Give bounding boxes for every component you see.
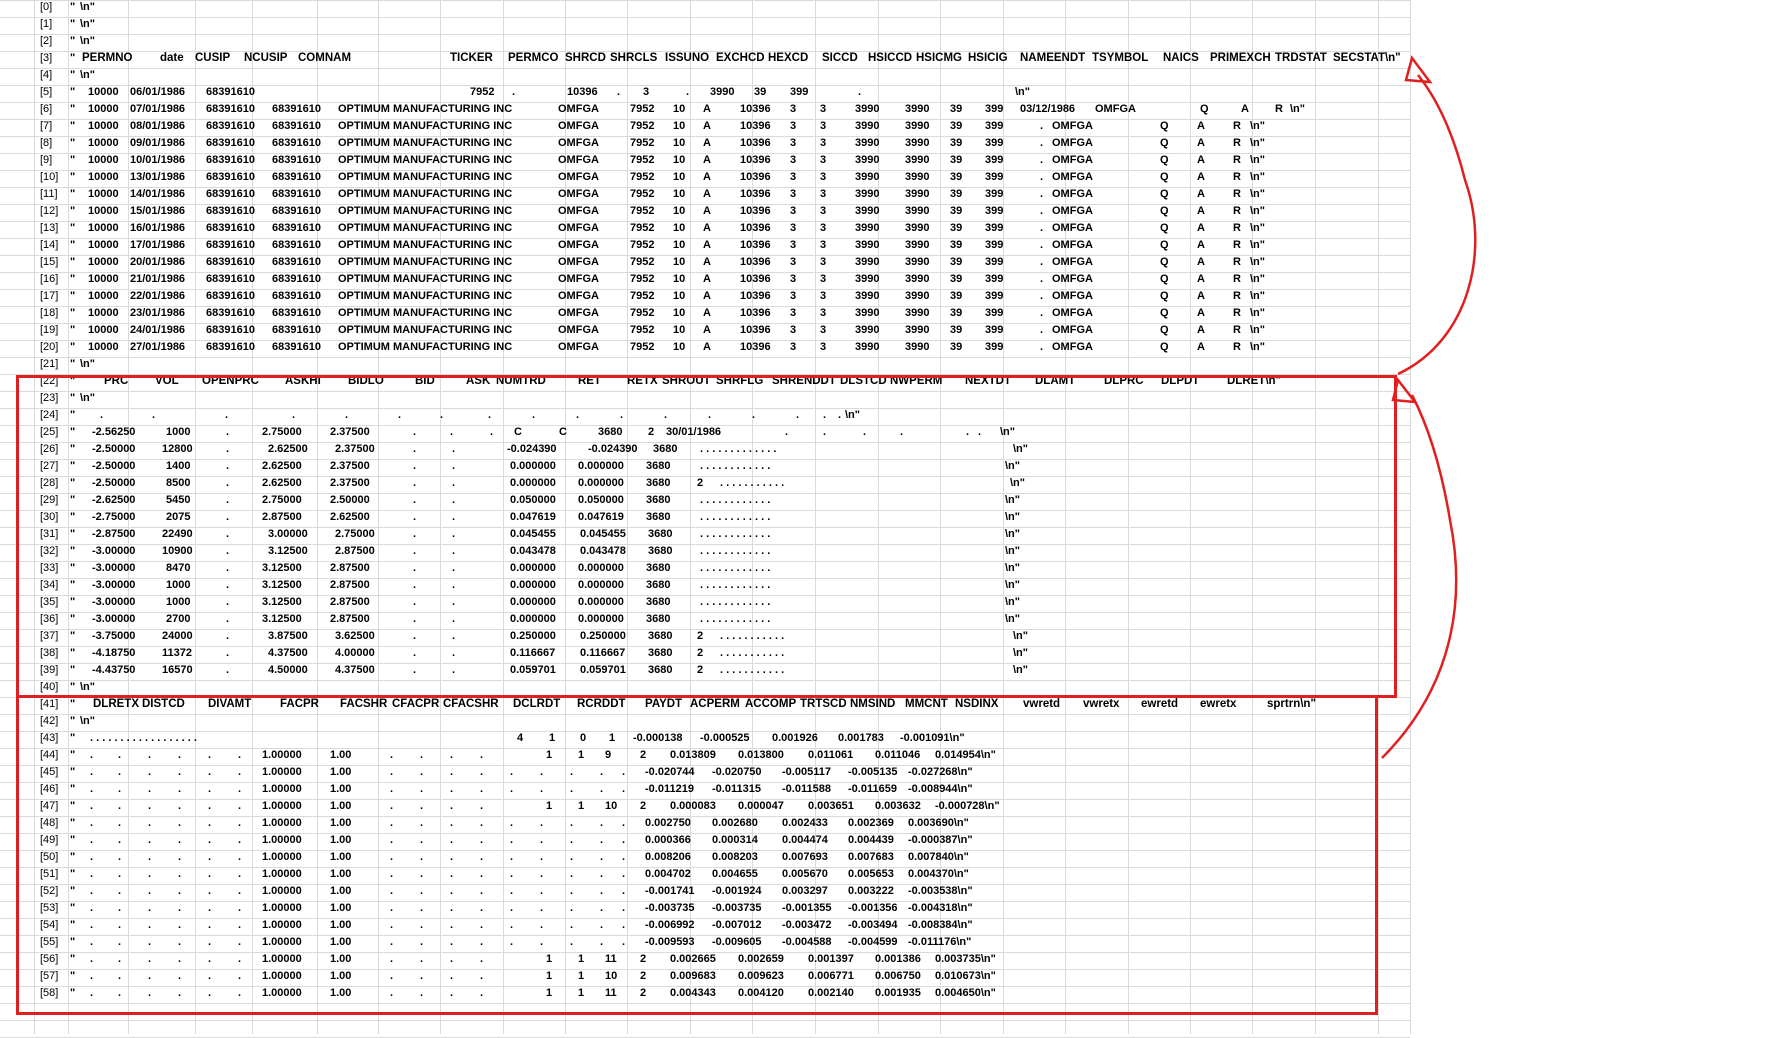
arrowhead-upper xyxy=(1404,55,1433,84)
curved-arrow-lower xyxy=(1381,394,1458,759)
annotation-arrows xyxy=(1381,55,1477,759)
curved-arrow-upper xyxy=(1397,74,1477,376)
arrowhead-lower xyxy=(1391,377,1418,404)
